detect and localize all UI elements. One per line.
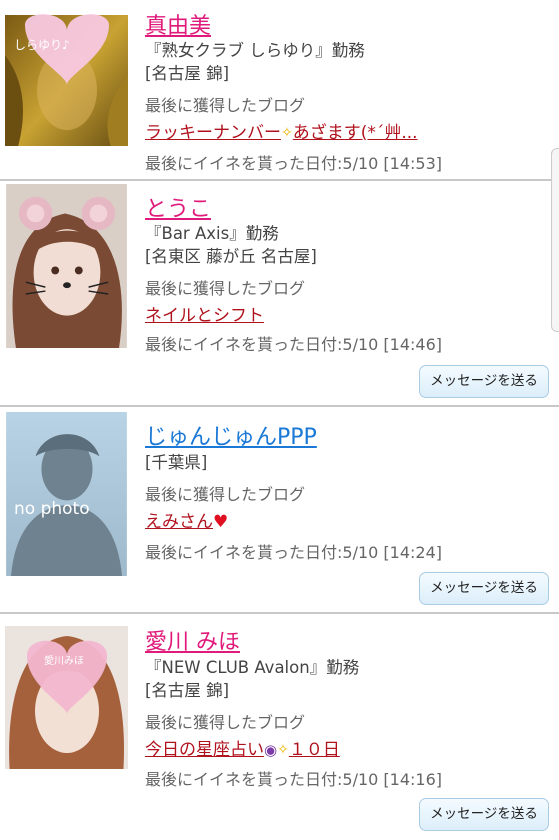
blog-title-part: ラッキーナンバー [145,123,281,143]
sparkle-icon: ✧ [277,742,289,758]
profile-photo[interactable] [5,619,128,769]
blog-title-part: 今日の星座占い [145,740,264,760]
profile-card: しらゆり♪ 真由美 『熟女クラブ しらゆり』勤務 [名古屋 錦] 最後に獲得した… [0,0,559,178]
blog-link[interactable]: ラッキーナンバー✧あざます(*´艸... [145,118,418,143]
profile-photo[interactable] [5,412,128,579]
send-message-button[interactable]: メッセージを送る [419,798,549,831]
shop-info: 『Bar Axis』勤務 [145,224,279,243]
area-info: [名古屋 錦] [145,64,230,83]
blog-link[interactable]: ネイルとシフト [145,301,264,326]
sparkle-icon: ✧ [281,125,293,141]
like-date: 最後にイイネを貰った日付:5/10 [14:16] [145,770,443,789]
profile-name[interactable]: 真由美 [145,8,211,40]
heart-icon: ♥ [213,512,229,532]
profile-card: 愛川みほ 愛川 みほ 『NEW CLUB Avalon』勤務 [名古屋 錦] 最… [0,614,559,840]
scrollbar-handle[interactable] [551,148,559,332]
like-date: 最後にイイネを貰った日付:5/10 [14:24] [145,543,443,562]
no-photo-label: no photo [14,499,90,519]
blog-link[interactable]: 今日の星座占い◉✧１０日 [145,735,340,760]
blog-title-part: １０日 [288,740,340,760]
profile-name[interactable]: 愛川 みほ [145,624,240,656]
like-date: 最後にイイネを貰った日付:5/10 [14:53] [145,154,443,173]
profile-card: とうこ 『Bar Axis』勤務 [名東区 藤が丘 名古屋] 最後に獲得したブロ… [0,181,559,404]
blog-label: 最後に獲得したブログ [145,713,306,732]
profile-photo[interactable] [5,4,128,146]
shop-info: 『熟女クラブ しらゆり』勤務 [145,41,365,60]
blog-title: えみさん [145,512,213,532]
area-info: [名東区 藤が丘 名古屋] [145,247,317,266]
profile-card: no photo じゅんじゅんPPP [千葉県] 最後に獲得したブログ えみさん… [0,407,559,607]
blog-link[interactable]: えみさん♥ [145,507,228,532]
shop-info: 『NEW CLUB Avalon』勤務 [145,658,360,677]
blog-label: 最後に獲得したブログ [145,279,306,298]
crystal-ball-icon: ◉ [264,741,278,759]
blog-label: 最後に獲得したブログ [145,96,306,115]
thumb-watermark: しらゆり♪ [14,38,70,52]
profile-name[interactable]: とうこ [145,191,211,223]
blog-title-part: あざます(*´艸... [292,123,418,143]
send-message-button[interactable]: メッセージを送る [419,365,549,398]
like-date: 最後にイイネを貰った日付:5/10 [14:46] [145,335,443,354]
thumb-watermark: 愛川みほ [44,656,84,667]
profile-photo[interactable] [5,184,128,351]
area-info: [千葉県] [145,453,208,472]
area-info: [名古屋 錦] [145,681,230,700]
profile-name[interactable]: じゅんじゅんPPP [145,419,317,451]
send-message-button[interactable]: メッセージを送る [419,572,549,605]
blog-label: 最後に獲得したブログ [145,485,306,504]
